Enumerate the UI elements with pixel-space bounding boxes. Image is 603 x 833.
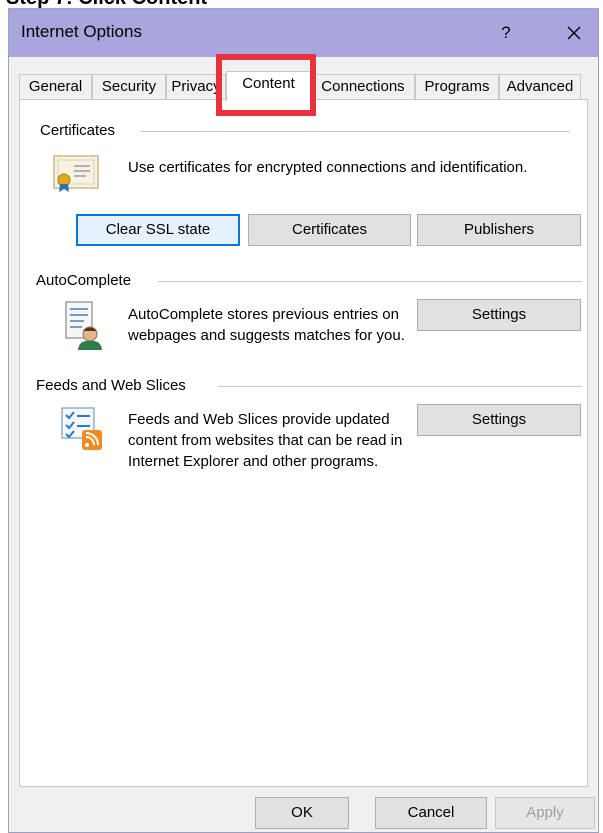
tab-programs[interactable]: Programs — [415, 74, 499, 100]
autocomplete-icon — [64, 300, 104, 357]
autocomplete-divider — [158, 281, 582, 282]
cancel-button[interactable]: Cancel — [375, 797, 487, 829]
clear-ssl-state-button[interactable]: Clear SSL state — [76, 214, 240, 246]
autocomplete-group-label: AutoComplete — [36, 272, 138, 289]
feeds-settings-button[interactable]: Settings — [417, 404, 581, 436]
close-button[interactable] — [557, 16, 591, 50]
title-bar[interactable]: Internet Options ? — [9, 9, 598, 57]
content-tab-highlight — [216, 54, 316, 116]
help-button[interactable]: ? — [489, 18, 523, 48]
content-tab-panel: Certificates Use certificates for encryp… — [19, 99, 588, 787]
tab-general[interactable]: General — [19, 74, 92, 100]
autocomplete-description: AutoComplete stores previous entries on … — [128, 306, 405, 344]
page-heading-strip: Step 7: Click Content — [0, 0, 603, 8]
internet-options-dialog: Internet Options ? General Security Priv… — [8, 8, 599, 833]
page-heading: Step 7: Click Content — [6, 0, 207, 8]
window-title: Internet Options — [21, 22, 142, 41]
apply-button[interactable]: Apply — [495, 797, 595, 829]
autocomplete-settings-button[interactable]: Settings — [417, 299, 581, 331]
tab-security[interactable]: Security — [92, 74, 166, 100]
feeds-description: Feeds and Web Slices provide updated con… — [128, 411, 403, 470]
publishers-button[interactable]: Publishers — [417, 214, 581, 246]
tab-connections[interactable]: Connections — [311, 74, 415, 100]
certificates-group-label: Certificates — [40, 122, 122, 139]
close-icon — [567, 26, 581, 40]
certificates-description: Use certificates for encrypted connectio… — [128, 159, 528, 176]
certificate-icon — [52, 152, 100, 199]
certificates-divider — [140, 131, 570, 132]
certificates-button[interactable]: Certificates — [248, 214, 411, 246]
ok-button[interactable]: OK — [255, 797, 349, 829]
feeds-icon — [60, 406, 106, 457]
dialog-footer: OK Cancel Apply — [9, 787, 598, 832]
feeds-group-label: Feeds and Web Slices — [36, 377, 192, 394]
feeds-divider — [218, 386, 582, 387]
tab-advanced[interactable]: Advanced — [499, 74, 581, 100]
